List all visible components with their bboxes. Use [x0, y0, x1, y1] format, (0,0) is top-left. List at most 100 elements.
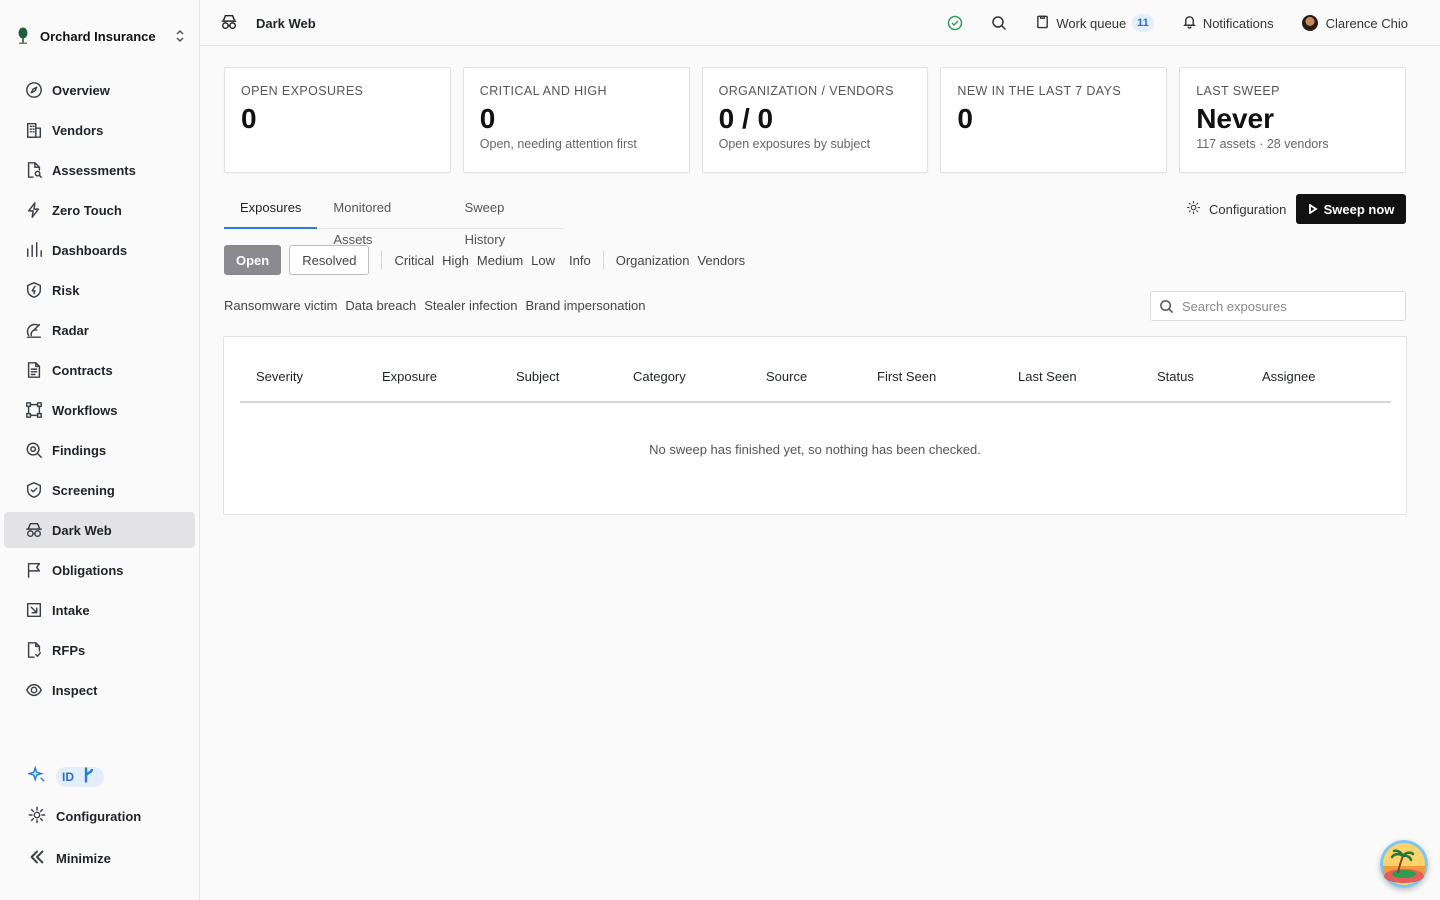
shield-check-icon — [24, 480, 44, 500]
magnifier-icon — [24, 440, 44, 460]
column-header-subject[interactable]: Subject — [516, 369, 559, 384]
sweep-now-button[interactable]: Sweep now — [1296, 194, 1406, 224]
minimize-label: Minimize — [56, 851, 111, 866]
sidebar-item-label: Radar — [52, 322, 89, 338]
column-header-status[interactable]: Status — [1157, 369, 1194, 384]
work-queue-label: Work queue — [1056, 15, 1127, 31]
id-label: ID — [62, 769, 74, 784]
sidebar-item-label: Screening — [52, 482, 115, 498]
stat-cards: OPEN EXPOSURES 0 CRITICAL AND HIGH 0 Ope… — [224, 67, 1406, 173]
radar-icon — [24, 320, 44, 340]
exposures-table: Severity Exposure Subject Category Sourc… — [223, 336, 1407, 515]
sidebar-item-contracts[interactable]: Contracts — [4, 352, 195, 388]
sidebar-item-assessments[interactable]: Assessments — [4, 152, 195, 188]
sidebar-item-dashboards[interactable]: Dashboards — [4, 232, 195, 268]
stat-card-org-vendors: ORGANIZATION / VENDORS 0 / 0 Open exposu… — [701, 67, 929, 173]
filter-low[interactable]: Low — [531, 253, 555, 268]
branch-icon — [80, 766, 98, 787]
top-bar: Dark Web Work queue 11 Notifications Cla… — [200, 0, 1440, 46]
column-header-severity[interactable]: Severity — [256, 369, 303, 384]
sidebar-item-workflows[interactable]: Workflows — [4, 392, 195, 428]
sidebar-item-rfps[interactable]: RFPs — [4, 632, 195, 668]
sidebar-item-label: Contracts — [52, 362, 113, 378]
sidebar-minimize[interactable]: Minimize — [28, 848, 111, 869]
notifications-button[interactable]: Notifications — [1182, 14, 1274, 32]
sidebar-item-vendors[interactable]: Vendors — [4, 112, 195, 148]
stat-label: NEW IN THE LAST 7 DAYS — [957, 84, 1122, 98]
table-header: Severity Exposure Subject Category Sourc… — [240, 357, 1391, 403]
eye-icon — [24, 680, 44, 700]
status-ok-icon[interactable] — [947, 15, 963, 31]
double-chevron-left-icon — [28, 848, 56, 869]
sidebar-item-radar[interactable]: Radar — [4, 312, 195, 348]
filter-info[interactable]: Info — [569, 253, 591, 268]
sidebar-item-risk[interactable]: Risk — [4, 272, 195, 308]
filter-resolved[interactable]: Resolved — [289, 245, 370, 275]
sidebar-configuration[interactable]: Configuration — [28, 806, 141, 827]
stat-subtext: Open exposures by subject — [718, 137, 871, 151]
chevron-up-down-icon — [172, 28, 188, 44]
file-search-icon — [24, 160, 44, 180]
sidebar-item-screening[interactable]: Screening — [4, 472, 195, 508]
tree-logo-icon — [12, 25, 34, 47]
sidebar-item-label: Dark Web — [52, 522, 112, 538]
user-menu[interactable]: Clarence Chio — [1301, 15, 1408, 31]
sidebar-item-label: Assessments — [52, 162, 136, 178]
configuration-button[interactable]: Configuration — [1186, 200, 1286, 218]
column-header-exposure[interactable]: Exposure — [382, 369, 437, 384]
filter-medium[interactable]: Medium — [477, 253, 523, 268]
stat-label: CRITICAL AND HIGH — [479, 84, 607, 98]
filter-ransomware-victim[interactable]: Ransomware victim — [224, 298, 337, 313]
tab-sweep-history[interactable]: Sweep History — [449, 192, 564, 247]
user-name: Clarence Chio — [1325, 15, 1408, 31]
column-header-first-seen[interactable]: First Seen — [877, 369, 936, 384]
sidebar-item-overview[interactable]: Overview — [4, 72, 195, 108]
stat-card-new-7-days: NEW IN THE LAST 7 DAYS 0 — [940, 67, 1168, 173]
stat-value: Never — [1196, 103, 1275, 134]
filter-data-breach[interactable]: Data breach — [345, 298, 416, 313]
assistant-avatar-button[interactable] — [1380, 840, 1428, 888]
tab-monitored-assets[interactable]: Monitored Assets — [317, 192, 448, 247]
document-icon — [24, 360, 44, 380]
sidebar-item-label: Overview — [52, 82, 110, 98]
sidebar-item-findings[interactable]: Findings — [4, 432, 195, 468]
filter-open[interactable]: Open — [224, 245, 282, 275]
tab-exposures[interactable]: Exposures — [224, 192, 318, 229]
building-icon — [24, 120, 44, 140]
workflow-icon — [24, 400, 44, 420]
filter-brand-impersonation[interactable]: Brand impersonation — [525, 298, 645, 313]
sidebar-item-label: Obligations — [52, 562, 124, 578]
avatar — [1301, 15, 1318, 31]
sidebar-item-inspect[interactable]: Inspect — [4, 672, 195, 708]
shield-bolt-icon — [24, 280, 44, 300]
filter-organization[interactable]: Organization — [616, 253, 690, 268]
filter-high[interactable]: High — [442, 253, 469, 268]
file-check-icon — [24, 640, 44, 660]
sidebar-nav: Overview Vendors Assessments Zero Touch … — [4, 72, 195, 712]
filter-vendors[interactable]: Vendors — [697, 253, 745, 268]
search-input[interactable] — [1182, 292, 1397, 320]
id-pill[interactable]: ID — [56, 766, 104, 787]
org-switcher[interactable]: Orchard Insurance — [12, 22, 188, 50]
gear-icon — [1186, 200, 1209, 218]
column-header-source[interactable]: Source — [766, 369, 807, 384]
sidebar-item-label: Findings — [52, 442, 107, 458]
page-title-text: Dark Web — [256, 16, 316, 31]
column-header-assignee[interactable]: Assignee — [1262, 369, 1315, 384]
search-icon[interactable] — [991, 15, 1007, 31]
beach-palm-icon — [1380, 840, 1428, 888]
sidebar-item-intake[interactable]: Intake — [4, 592, 195, 628]
column-header-last-seen[interactable]: Last Seen — [1018, 369, 1077, 384]
filter-stealer-infection[interactable]: Stealer infection — [424, 298, 517, 313]
identity-row[interactable]: ID — [26, 765, 104, 787]
filter-critical[interactable]: Critical — [394, 253, 434, 268]
work-queue-count-badge: 11 — [1132, 14, 1154, 32]
sidebar-item-obligations[interactable]: Obligations — [4, 552, 195, 588]
sidebar-item-dark-web[interactable]: Dark Web — [4, 512, 195, 548]
column-header-category[interactable]: Category — [633, 369, 686, 384]
sidebar-item-label: Risk — [52, 282, 80, 298]
sidebar-item-label: Dashboards — [52, 242, 128, 258]
work-queue-button[interactable]: Work queue 11 — [1035, 14, 1154, 32]
stat-card-critical-high: CRITICAL AND HIGH 0 Open, needing attent… — [462, 67, 690, 173]
sidebar-item-zero-touch[interactable]: Zero Touch — [4, 192, 195, 228]
